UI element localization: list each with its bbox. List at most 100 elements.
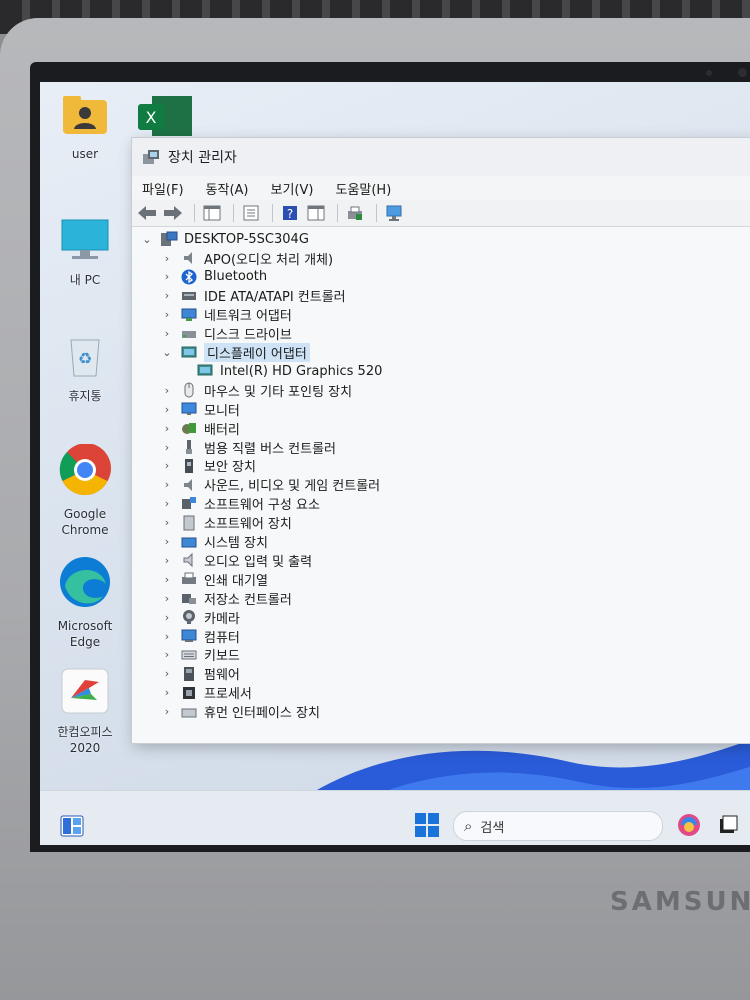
tree-category-item[interactable]: › 소프트웨어 구성 요소	[160, 495, 320, 513]
action-pane-button[interactable]	[305, 203, 327, 223]
chevron-right-icon[interactable]: ›	[160, 441, 174, 454]
tree-category-item[interactable]: › 프로세서	[160, 684, 252, 702]
tree-category-item[interactable]: › Bluetooth	[160, 268, 267, 286]
camera-lens	[738, 68, 747, 77]
toolbar-separator	[272, 204, 273, 222]
chevron-right-icon[interactable]: ›	[160, 327, 174, 340]
taskbar-search[interactable]: ⌕ 검색	[453, 811, 663, 841]
chevron-right-icon[interactable]: ›	[160, 667, 174, 680]
desktop-icon-google-chrome[interactable]: Google Chrome	[45, 443, 125, 538]
desktop-icon-this-pc[interactable]: 내 PC	[45, 218, 125, 288]
svg-text:?: ?	[287, 207, 293, 221]
toolbar-separator	[194, 204, 195, 222]
desktop-icon-recycle-bin[interactable]: ♻ 휴지통	[45, 334, 125, 404]
desktop-icon-hancom-office[interactable]: 한컴오피스 2020	[45, 668, 125, 756]
device-tree: ⌄ DESKTOP-5SC304G › APO(오디오 처리 개체) › Blueto…	[132, 227, 750, 743]
tree-category-item[interactable]: › 휴먼 인터페이스 장치	[160, 703, 320, 721]
chevron-right-icon[interactable]: ›	[160, 592, 174, 605]
tree-category-item[interactable]: › 보안 장치	[160, 457, 256, 475]
chevron-right-icon[interactable]: ›	[160, 270, 174, 283]
usb-icon	[180, 439, 198, 455]
properties-button[interactable]	[240, 203, 262, 223]
desktop-icon-user[interactable]: user	[45, 96, 125, 162]
desktop-icon-microsoft-edge[interactable]: Microsoft Edge	[45, 556, 125, 650]
tree-category-item[interactable]: ⌄ 디스플레이 어댑터	[160, 343, 310, 362]
tree-item-label: 오디오 입력 및 출력	[204, 554, 313, 570]
scan-hardware-button[interactable]	[383, 203, 405, 223]
chevron-right-icon[interactable]: ›	[160, 554, 174, 567]
toolbar-separator	[376, 204, 377, 222]
menu-view[interactable]: 보기(V)	[269, 177, 316, 200]
tree-category-item[interactable]: › 네트워크 어댑터	[160, 306, 292, 324]
chevron-right-icon[interactable]: ›	[160, 516, 174, 529]
task-view-button[interactable]	[718, 815, 738, 835]
chevron-right-icon[interactable]: ›	[160, 252, 174, 265]
tree-item-label: 네트워크 어댑터	[204, 309, 292, 325]
tree-category-item[interactable]: › 사운드, 비디오 및 게임 컨트롤러	[160, 476, 380, 494]
show-hide-tree-button[interactable]	[201, 203, 223, 223]
action-pane-icon	[307, 205, 325, 221]
security-icon	[180, 458, 198, 474]
chevron-right-icon[interactable]: ›	[160, 630, 174, 643]
tree-category-item[interactable]: › 인쇄 대기열	[160, 570, 268, 589]
tree-item-label: 디스크 드라이브	[204, 328, 292, 344]
bluetooth-icon	[180, 269, 198, 285]
chevron-down-icon[interactable]: ⌄	[160, 346, 174, 359]
menu-action[interactable]: 동작(A)	[204, 177, 251, 200]
tree-category-item[interactable]: › 컴퓨터	[160, 627, 240, 646]
tree-category-item[interactable]: › APO(오디오 처리 개체)	[160, 249, 333, 268]
tree-category-item[interactable]: › 키보드	[160, 646, 240, 664]
chevron-right-icon[interactable]: ›	[160, 459, 174, 472]
excel-icon[interactable]: X	[138, 96, 192, 136]
tree-category-item[interactable]: › 범용 직렬 버스 컨트롤러	[160, 438, 336, 457]
forward-button[interactable]	[162, 203, 184, 223]
chevron-right-icon[interactable]: ›	[160, 403, 174, 416]
tree-category-item[interactable]: › 마우스 및 기타 포인팅 장치	[160, 381, 352, 400]
desktop-icon-label: 한컴오피스 2020	[57, 725, 113, 755]
chevron-right-icon[interactable]: ›	[160, 497, 174, 510]
back-button[interactable]	[136, 203, 158, 223]
tree-category-item[interactable]: › 시스템 장치	[160, 533, 268, 551]
storage-icon	[180, 590, 198, 606]
chevron-right-icon[interactable]: ›	[160, 308, 174, 321]
update-driver-button[interactable]	[344, 203, 366, 223]
desktop-icon-label: user	[71, 147, 99, 161]
tree-root[interactable]: ⌄ DESKTOP-5SC304G	[140, 229, 309, 249]
chevron-down-icon[interactable]: ⌄	[140, 233, 154, 246]
tree-category-item[interactable]: › 소프트웨어 장치	[160, 514, 292, 532]
title-bar[interactable]: 장치 관리자	[132, 138, 750, 176]
menu-file[interactable]: 파일(F)	[140, 177, 186, 200]
tree-category-item[interactable]: › IDE ATA/ATAPI 컨트롤러	[160, 287, 346, 305]
tree-category-item[interactable]: › 모니터	[160, 400, 240, 419]
help-button[interactable]: ?	[279, 203, 301, 223]
tree-item-label: 보안 장치	[204, 460, 256, 476]
chevron-right-icon[interactable]: ›	[160, 478, 174, 491]
tree-category-item[interactable]: › 배터리	[160, 419, 240, 438]
chevron-right-icon[interactable]: ›	[160, 573, 174, 586]
tree-item-label: 사운드, 비디오 및 게임 컨트롤러	[204, 479, 381, 495]
start-button[interactable]	[415, 813, 439, 837]
chevron-right-icon[interactable]: ›	[160, 422, 174, 435]
monitor-icon	[180, 401, 198, 417]
firmware-icon	[180, 666, 198, 682]
chevron-right-icon[interactable]: ›	[160, 289, 174, 302]
chevron-right-icon[interactable]: ›	[160, 611, 174, 624]
chevron-right-icon[interactable]: ›	[160, 648, 174, 661]
chevron-right-icon[interactable]: ›	[160, 384, 174, 397]
chevron-right-icon[interactable]: ›	[160, 705, 174, 718]
tree-category-item[interactable]: › 카메라	[160, 608, 240, 627]
menu-help[interactable]: 도움말(H)	[333, 177, 393, 200]
tree-category-item[interactable]: › 펌웨어	[160, 665, 240, 683]
tree-category-item[interactable]: › 디스크 드라이브	[160, 325, 292, 343]
widgets-button[interactable]	[60, 815, 84, 837]
software-component-icon	[180, 496, 198, 512]
desktop-icon-label: Google Chrome	[61, 507, 109, 537]
laptop-brand: SAMSUNG	[610, 887, 750, 917]
svg-text:♻: ♻	[78, 349, 92, 368]
copilot-button[interactable]	[677, 813, 701, 837]
tree-device-item[interactable]: Intel(R) HD Graphics 520	[196, 362, 382, 380]
tree-category-item[interactable]: › 저장소 컨트롤러	[160, 589, 292, 608]
chevron-right-icon[interactable]: ›	[160, 535, 174, 548]
chevron-right-icon[interactable]: ›	[160, 686, 174, 699]
tree-category-item[interactable]: › 오디오 입력 및 출력	[160, 551, 313, 570]
